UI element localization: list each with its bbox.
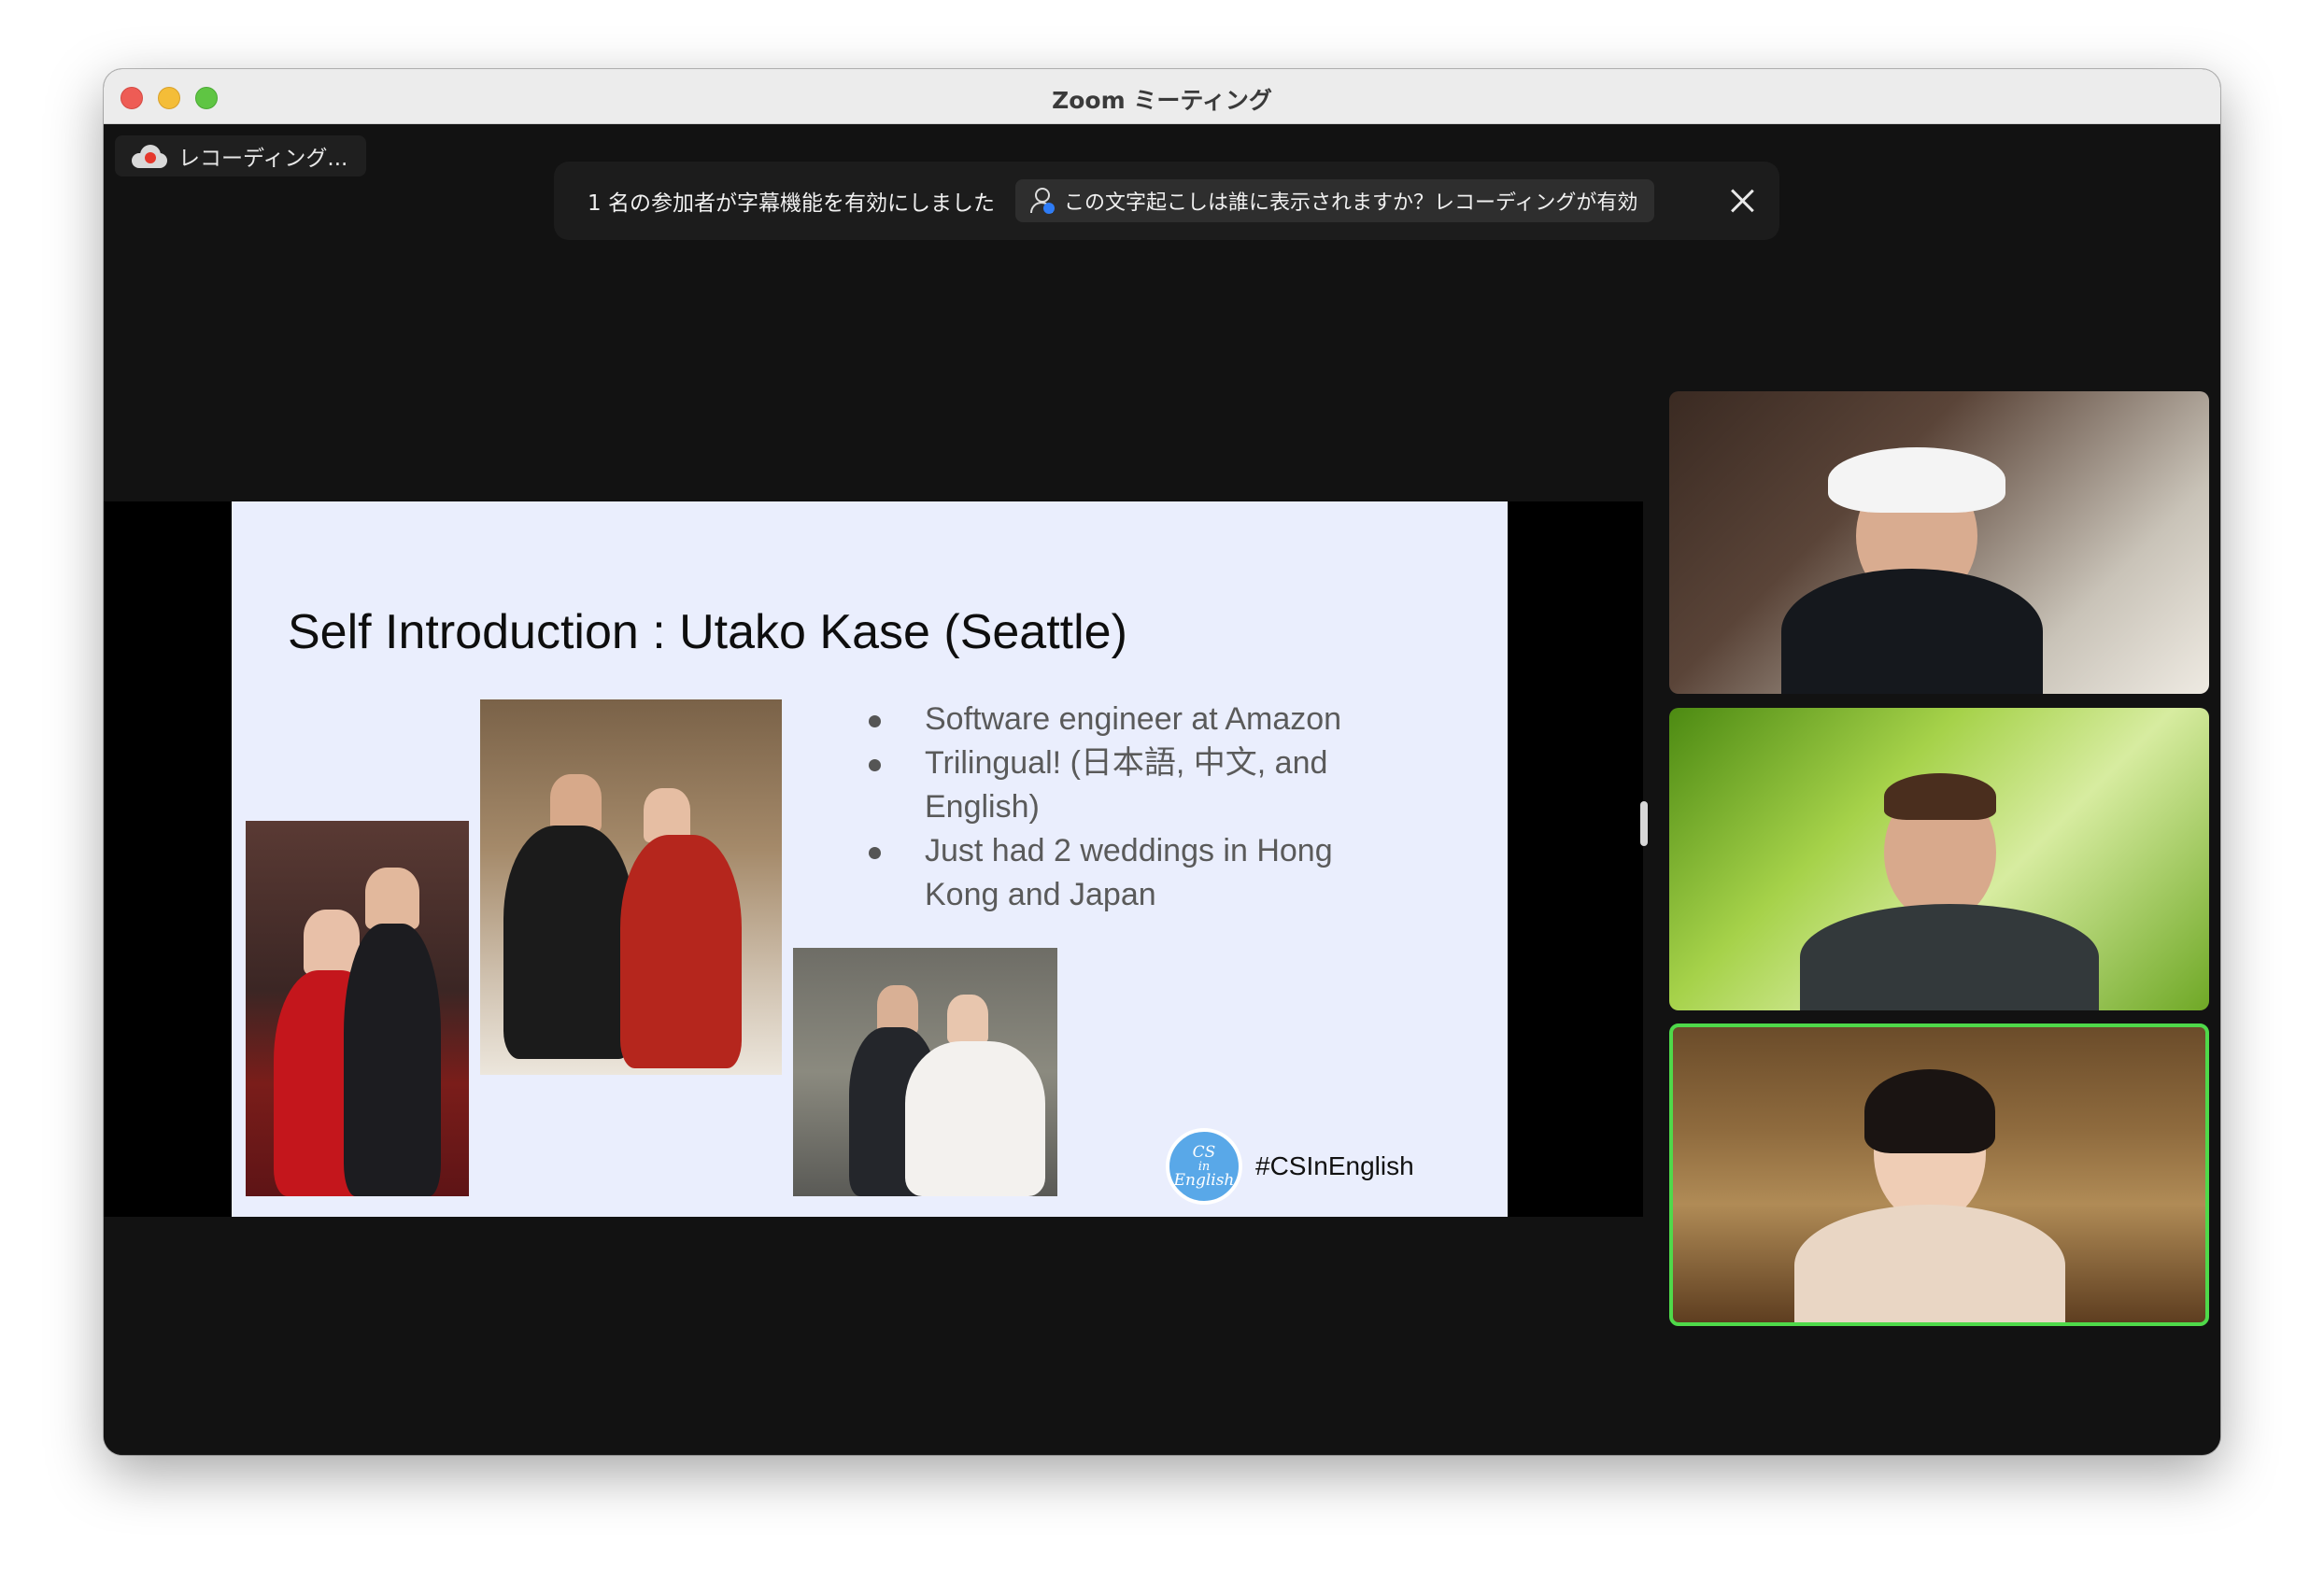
participant-video-tile[interactable]: [1669, 708, 2209, 1010]
bullet-item: Software engineer at Amazon: [867, 698, 1390, 741]
wedding-photo-3: [793, 948, 1057, 1196]
slide-bullet-list: Software engineer at Amazon Trilingual! …: [867, 698, 1390, 917]
person-info-icon: [1029, 188, 1055, 214]
transcript-visibility-link[interactable]: この文字起こしは誰に表示されますか？レコーディングが有効: [1014, 179, 1655, 222]
cloud-recording-icon: [132, 144, 167, 168]
wedding-photo-2: [480, 699, 782, 1075]
caption-message: 1 名の参加者が字幕機能を有効にしました: [588, 191, 995, 216]
slide-hashtag: #CSInEnglish: [1255, 1151, 1414, 1180]
transcript-visibility-label: この文字起こしは誰に表示されますか？レコーディングが有効: [1063, 191, 1638, 215]
screen-share-area: Self Introduction : Utako Kase (Seattle): [104, 501, 1643, 1217]
window-title: Zoom ミーティング: [1052, 87, 1272, 114]
recording-label: レコーディング...: [178, 147, 348, 171]
bullet-item: Trilingual! (日本語, 中文, and English): [867, 741, 1390, 829]
slide-title: Self Introduction : Utako Kase (Seattle): [288, 605, 1127, 659]
cs-in-english-logo: CS in English: [1166, 1128, 1242, 1205]
close-icon[interactable]: [1723, 182, 1761, 219]
meeting-content: レコーディング... 1 名の参加者が字幕機能を有効にしました この文字起こしは…: [104, 124, 2220, 1455]
title-bar: Zoom ミーティング: [104, 69, 2220, 124]
caption-notification-banner: 1 名の参加者が字幕機能を有効にしました この文字起こしは誰に表示されますか？レ…: [554, 162, 1779, 240]
panel-resize-handle[interactable]: [1640, 801, 1648, 846]
wedding-photo-1: [246, 821, 469, 1196]
bullet-item: Just had 2 weddings in Hong Kong and Jap…: [867, 829, 1390, 917]
recording-indicator[interactable]: レコーディング...: [115, 135, 367, 176]
shared-slide: Self Introduction : Utako Kase (Seattle): [232, 501, 1508, 1217]
participant-video-tile[interactable]: [1669, 391, 2209, 694]
participant-video-tile-active-speaker[interactable]: [1669, 1023, 2209, 1326]
zoom-window: Zoom ミーティング レコーディング... 1 名の参加者が字幕機能を有効にし…: [104, 69, 2220, 1455]
